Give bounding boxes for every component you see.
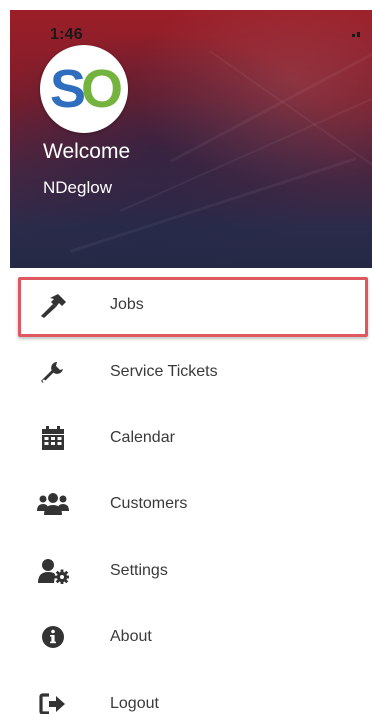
menu-item-calendar[interactable]: Calendar [0, 405, 372, 471]
status-bar-time: 1:46 [50, 26, 83, 43]
calendar-icon [36, 423, 70, 453]
welcome-text: Welcome [43, 140, 131, 163]
menu-item-label: Customers [110, 495, 188, 513]
menu-item-settings[interactable]: Settings [0, 538, 372, 604]
menu-item-label: Settings [110, 561, 168, 579]
username: NDeglow [43, 178, 112, 197]
menu-item-label: About [110, 628, 152, 646]
wrench-icon [36, 357, 70, 387]
avatar-initials: SO [49, 59, 123, 119]
menu-item-service-tickets[interactable]: Service Tickets [0, 338, 372, 404]
header-background-stripe [170, 19, 372, 163]
users-icon [36, 489, 70, 519]
drawer-header: 1:46 SO Welcome NDeglow [10, 10, 372, 268]
sign-out-icon [36, 689, 70, 714]
user-cog-icon [36, 556, 70, 586]
header-background-stripe [70, 157, 357, 253]
menu-item-logout[interactable]: Logout [0, 670, 372, 714]
menu-item-label: Service Tickets [110, 362, 218, 380]
hammer-icon [36, 290, 70, 320]
app-screen: 1:46 SO Welcome NDeglow Jobs Service Tic… [0, 0, 372, 714]
menu-item-about[interactable]: About [0, 604, 372, 670]
drawer-menu: Jobs Service Tickets Calendar Customers … [0, 272, 372, 714]
signal-strength-icon [352, 32, 360, 37]
menu-item-jobs[interactable]: Jobs [0, 272, 372, 338]
menu-item-label: Logout [110, 694, 159, 712]
info-circle-icon [36, 622, 70, 652]
menu-item-label: Jobs [110, 296, 144, 314]
avatar[interactable]: SO [40, 45, 128, 133]
selection-highlight [18, 277, 368, 337]
menu-item-customers[interactable]: Customers [0, 471, 372, 537]
menu-item-label: Calendar [110, 428, 175, 446]
